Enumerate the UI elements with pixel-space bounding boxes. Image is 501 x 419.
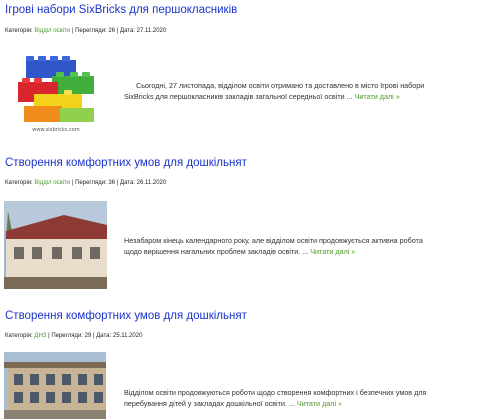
article-title-link[interactable]: Створення комфортних умов для дошкільнят: [5, 310, 247, 322]
read-more-link[interactable]: Читати далі »: [297, 399, 342, 408]
read-more-link[interactable]: Читати далі »: [355, 92, 400, 101]
lego-bricks-image: www.sixbricks.com: [18, 56, 94, 133]
article-title-link[interactable]: Ігрові набори SixBricks для першокласник…: [5, 4, 237, 16]
article-meta: Категорія: ДНЗ | Перегляди: 29 | Дата: 2…: [5, 333, 143, 339]
building-photo: [4, 201, 107, 289]
article-excerpt: Сьогодні, 27 листопада, відділом освіти …: [124, 81, 425, 101]
news-item: Створення комфортних умов для дошкільнят…: [0, 157, 501, 297]
views-count: 36: [108, 180, 116, 186]
news-item: Ігрові набори SixBricks для першокласник…: [0, 4, 501, 144]
kindergarten-photo: [4, 352, 106, 419]
article-meta: Категорія: Відділ освіти | Перегляди: 36…: [5, 180, 167, 186]
news-item: Створення комфортних умов для дошкільнят…: [0, 310, 501, 419]
views-count: 29: [84, 333, 92, 339]
publish-date: 26.11.2020: [136, 180, 167, 186]
article-excerpt: Незабаром кінець календарного року, але …: [124, 236, 423, 256]
article-thumbnail[interactable]: www.sixbricks.com: [4, 48, 108, 134]
thumbnail-caption: www.sixbricks.com: [32, 127, 80, 133]
article-excerpt: Відділом освіти продовжуються роботи щод…: [124, 388, 427, 408]
news-list: Ігрові набори SixBricks для першокласник…: [0, 0, 501, 419]
article-thumbnail[interactable]: [4, 201, 107, 289]
category-link[interactable]: Відділ освіти: [34, 180, 70, 186]
category-link[interactable]: ДНЗ: [34, 333, 46, 339]
views-count: 26: [108, 28, 116, 34]
read-more-link[interactable]: Читати далі »: [310, 247, 355, 256]
article-meta: Категорія: Відділ освіти | Перегляди: 26…: [5, 28, 167, 34]
category-link[interactable]: Відділ освіти: [34, 28, 70, 34]
article-title-link[interactable]: Створення комфортних умов для дошкільнят: [5, 157, 247, 169]
publish-date: 25.11.2020: [112, 333, 143, 339]
article-thumbnail[interactable]: [4, 352, 106, 419]
publish-date: 27.11.2020: [136, 28, 167, 34]
